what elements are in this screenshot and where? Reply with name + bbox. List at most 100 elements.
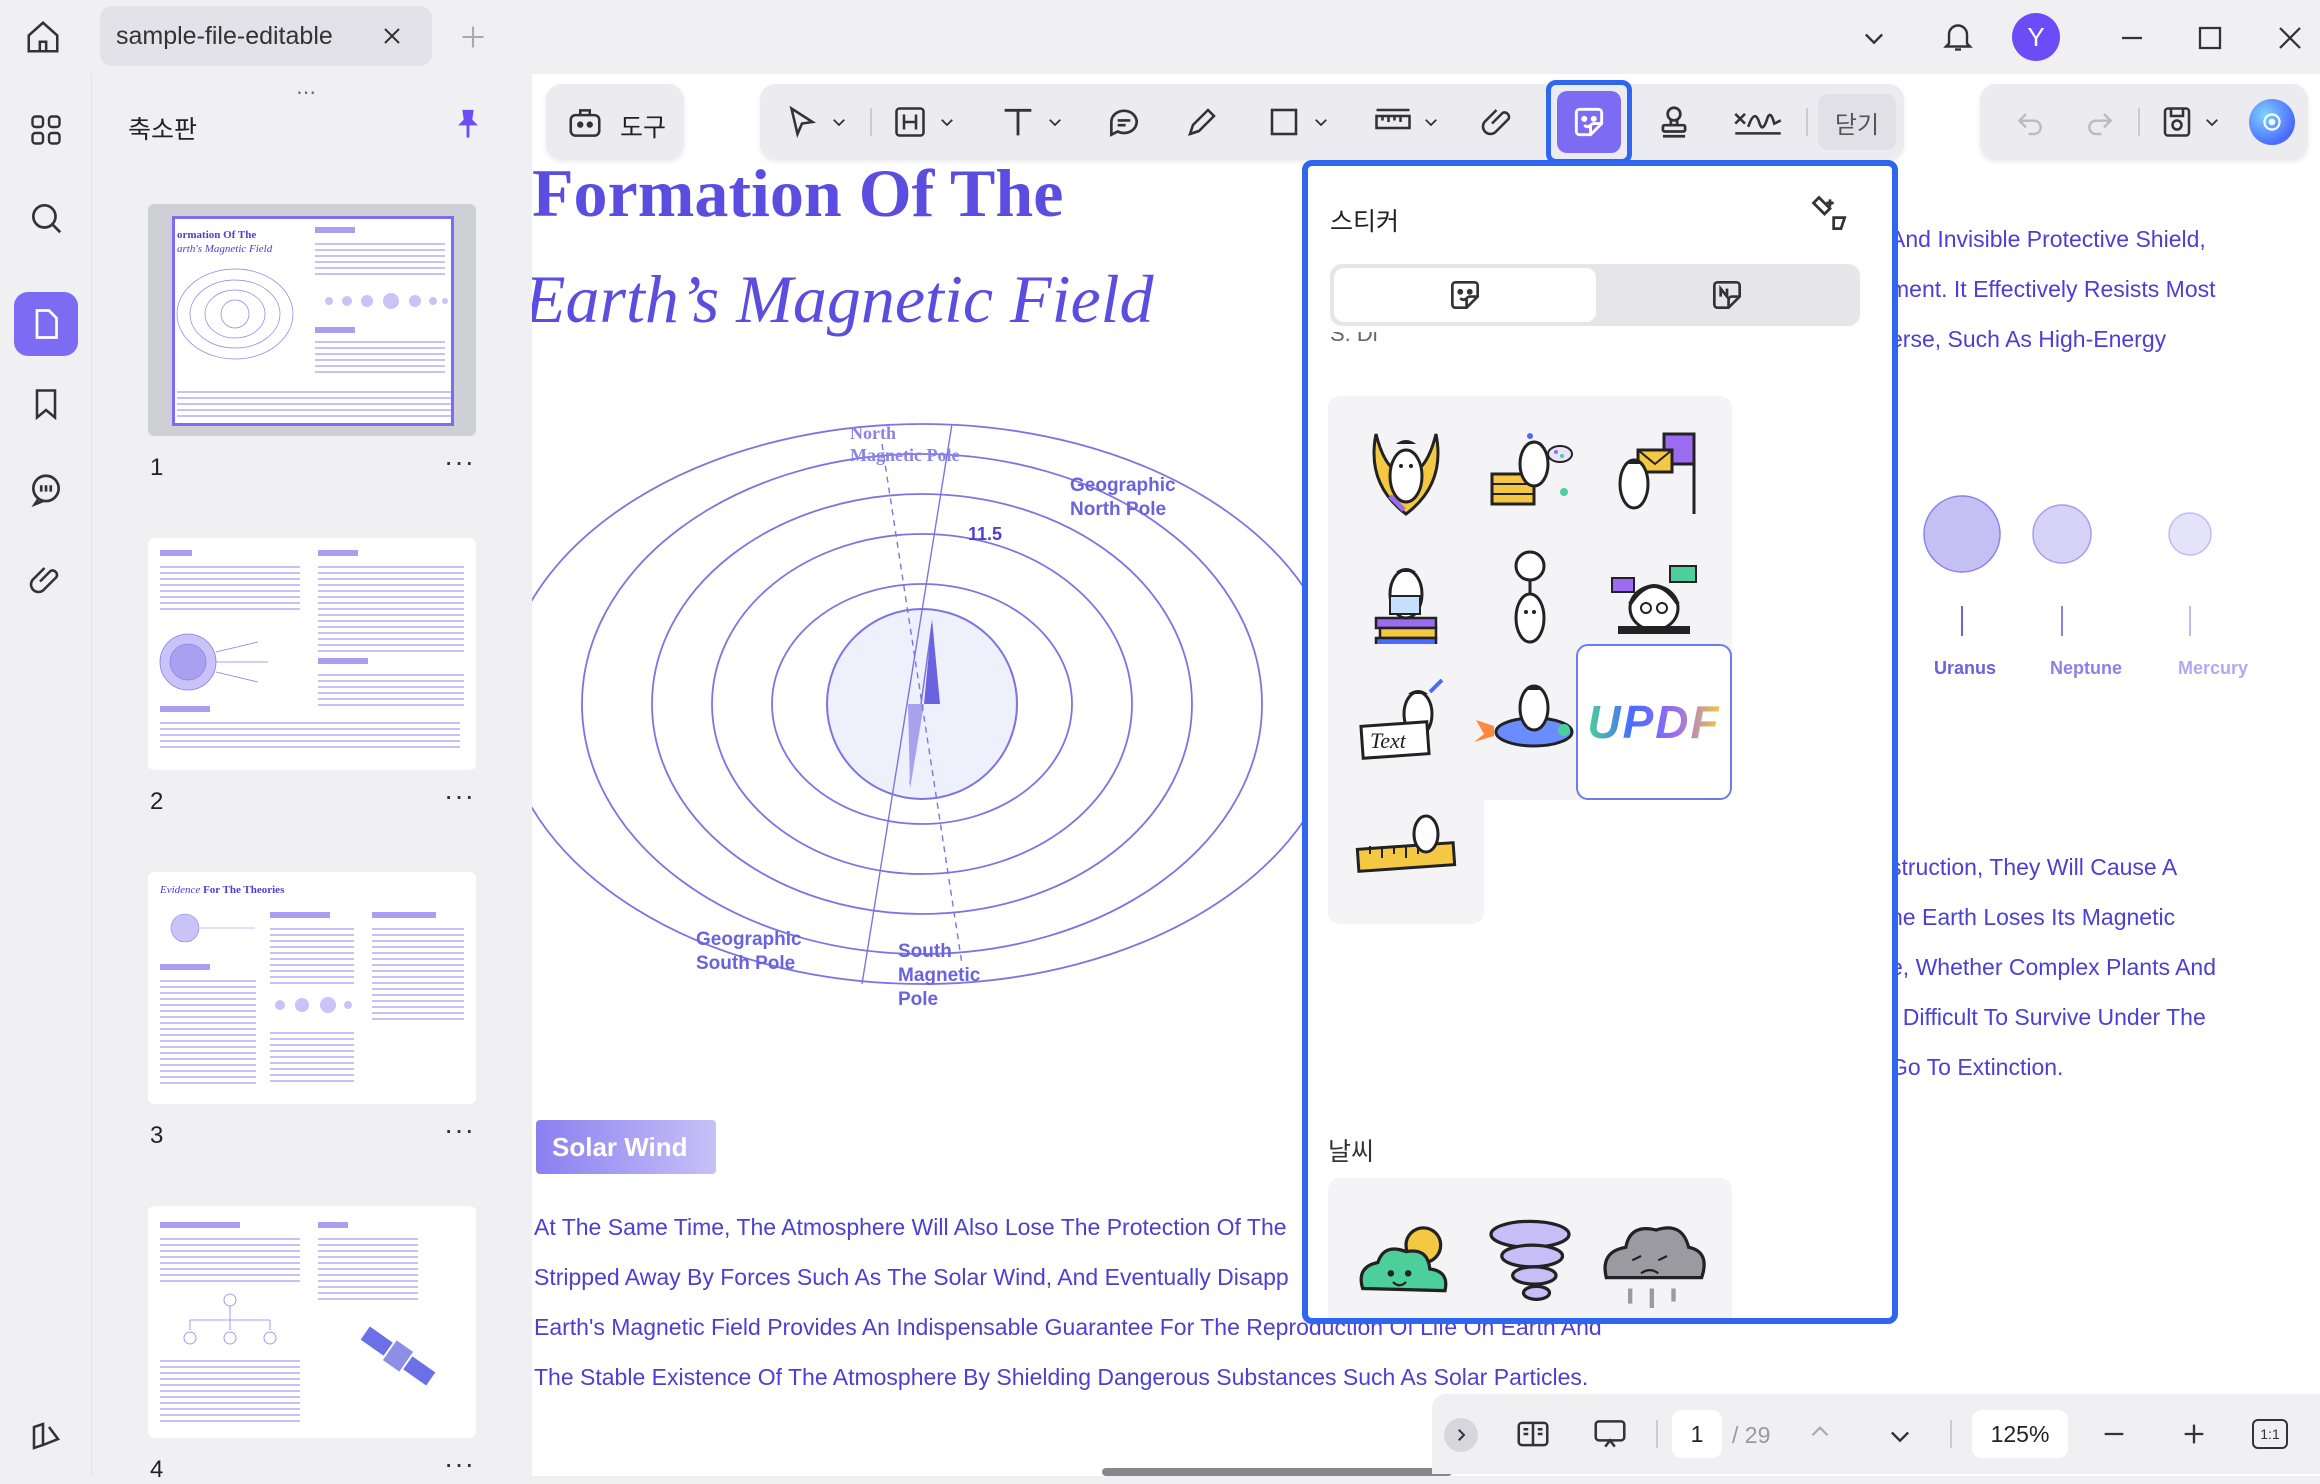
history-save-toolbar bbox=[1980, 84, 2308, 160]
close-window-icon[interactable] bbox=[2270, 18, 2310, 58]
page-thumbnail-3[interactable]: Evidence For The Theories bbox=[148, 872, 476, 1104]
page-more-menu-1[interactable]: ··· bbox=[444, 446, 475, 478]
close-toolbar-button[interactable]: 닫기 bbox=[1818, 94, 1896, 150]
updf-sticker-text: UPDF bbox=[1587, 696, 1721, 748]
maximize-icon[interactable] bbox=[2190, 18, 2230, 58]
label-north-magnetic-pole: North Magnetic Pole bbox=[850, 422, 959, 466]
label-line: Magnetic bbox=[898, 965, 981, 986]
planet-label-neptune: Neptune bbox=[2050, 658, 2122, 678]
weather-section-title: 날씨 bbox=[1328, 1138, 1375, 1166]
chevron-down-icon[interactable] bbox=[938, 113, 956, 131]
tools-label: 도구 bbox=[620, 114, 667, 142]
shape-tool[interactable] bbox=[1254, 84, 1342, 160]
pen-tool[interactable] bbox=[1172, 84, 1232, 160]
next-page-icon[interactable] bbox=[1880, 1416, 1920, 1456]
document-tab[interactable]: sample-file-editable bbox=[100, 6, 432, 66]
page-more-menu-2[interactable]: ··· bbox=[444, 780, 475, 812]
sticker-updf-logo[interactable]: UPDF bbox=[1576, 644, 1732, 800]
thumb-subtitle: arth's Magnetic Field bbox=[177, 243, 273, 255]
sticker-icon bbox=[1557, 91, 1621, 153]
minimize-icon[interactable] bbox=[2112, 18, 2152, 58]
select-tool[interactable] bbox=[776, 84, 856, 160]
measure-tool[interactable] bbox=[1358, 84, 1454, 160]
zoom-in-icon[interactable] bbox=[2174, 1414, 2214, 1454]
tab-emoji-stickers[interactable] bbox=[1334, 268, 1596, 322]
sticker-text-label: Text bbox=[1370, 728, 1407, 753]
body-text-line: he Earth Loses Its Magnetic bbox=[1890, 904, 2176, 930]
bookmark-icon[interactable] bbox=[14, 372, 78, 436]
layers-icon[interactable] bbox=[14, 1404, 78, 1468]
undo-icon[interactable] bbox=[2000, 84, 2060, 160]
ai-assistant-icon[interactable] bbox=[2242, 84, 2302, 160]
presentation-icon[interactable] bbox=[1582, 1412, 1638, 1456]
redo-icon[interactable] bbox=[2070, 84, 2130, 160]
save-icon[interactable] bbox=[2148, 84, 2232, 160]
body-text-line: e, Whether Complex Plants And bbox=[1890, 954, 2216, 980]
thumbnails-icon[interactable] bbox=[14, 292, 78, 356]
title-bar: sample-file-editable Y bbox=[0, 0, 2320, 74]
search-icon[interactable] bbox=[14, 186, 78, 250]
page-more-menu-3[interactable]: ··· bbox=[444, 1114, 475, 1146]
label-line: Geographic bbox=[1070, 475, 1176, 496]
chevron-down-icon[interactable] bbox=[2203, 113, 2221, 131]
tab-note-stickers[interactable] bbox=[1596, 268, 1858, 322]
attach-file-tool[interactable] bbox=[1468, 84, 1528, 160]
actual-size-button[interactable]: 1:1 bbox=[2250, 1414, 2290, 1454]
label-south-magnetic-pole: South Magnetic Pole bbox=[898, 940, 980, 1012]
sticker-note-icon bbox=[1712, 280, 1742, 310]
toolbar-divider bbox=[1656, 1420, 1658, 1448]
apps-grid-icon[interactable] bbox=[14, 98, 78, 162]
page-layout-icon[interactable] bbox=[1508, 1412, 1558, 1456]
toolbox-icon bbox=[566, 104, 604, 142]
planet-label-uranus: Uranus bbox=[1934, 658, 1997, 678]
panel-title: 축소판 bbox=[128, 116, 198, 144]
chevron-down-icon[interactable] bbox=[1312, 113, 1330, 131]
zoom-out-icon[interactable] bbox=[2094, 1414, 2134, 1454]
previous-page-icon[interactable] bbox=[1800, 1412, 1840, 1452]
text-tool[interactable] bbox=[988, 84, 1074, 160]
close-tab-icon[interactable] bbox=[376, 20, 408, 52]
avatar[interactable]: Y bbox=[2012, 13, 2060, 61]
comment-tool[interactable] bbox=[1094, 84, 1154, 160]
document-title-line2: Earth’s Magnetic Field bbox=[532, 261, 1154, 337]
page-thumbnail-2[interactable] bbox=[148, 538, 476, 770]
home-icon[interactable] bbox=[20, 14, 66, 60]
body-text-line: t Difficult To Survive Under The bbox=[1890, 1004, 2206, 1030]
heading-tool[interactable] bbox=[884, 84, 964, 160]
drag-handle[interactable]: ⋯ bbox=[296, 80, 318, 105]
page-thumbnail-1[interactable]: ormation Of The arth's Magnetic Field bbox=[148, 204, 476, 436]
label-line: Pole bbox=[898, 989, 939, 1010]
horizontal-scrollbar[interactable] bbox=[1102, 1468, 1452, 1476]
chevron-down-icon[interactable] bbox=[1422, 113, 1440, 131]
label-geographic-north-pole: Geographic North Pole bbox=[1070, 474, 1176, 522]
sticker-section-label-partial: S. Di bbox=[1330, 332, 1378, 346]
sticker-tool[interactable] bbox=[1546, 80, 1632, 164]
comments-icon[interactable] bbox=[14, 458, 78, 522]
chevron-down-icon[interactable] bbox=[830, 113, 848, 131]
sticker-storm-cloud[interactable] bbox=[1576, 1178, 1732, 1318]
chevron-down-icon[interactable] bbox=[1856, 20, 1892, 56]
tools-button[interactable]: 도구 bbox=[546, 84, 684, 160]
body-text-line: Go To Extinction. bbox=[1890, 1054, 2064, 1080]
add-sticker-icon[interactable] bbox=[1808, 192, 1852, 236]
left-rail bbox=[0, 74, 92, 1476]
notification-bell-icon[interactable] bbox=[1936, 14, 1980, 58]
body-text-line: struction, They Will Cause A bbox=[1890, 854, 2178, 880]
attachment-icon[interactable] bbox=[14, 548, 78, 612]
current-page-input[interactable]: 1 bbox=[1672, 1410, 1722, 1458]
page-thumbnail-4[interactable] bbox=[148, 1206, 476, 1438]
collapse-bar-icon[interactable] bbox=[1444, 1418, 1478, 1452]
page-number-1: 1 bbox=[150, 454, 164, 481]
zoom-level[interactable]: 125% bbox=[1972, 1410, 2068, 1458]
new-tab-icon[interactable] bbox=[456, 20, 490, 54]
angle-label: 11.5 bbox=[968, 524, 1003, 544]
actual-size-label: 1:1 bbox=[2252, 1419, 2288, 1449]
chevron-down-icon[interactable] bbox=[1046, 113, 1064, 131]
stamp-tool[interactable] bbox=[1644, 84, 1704, 160]
sticker-ruler-character[interactable] bbox=[1328, 768, 1484, 924]
signature-tool[interactable] bbox=[1722, 84, 1794, 160]
body-text-line: At The Same Time, The Atmosphere Will Al… bbox=[534, 1214, 1287, 1240]
body-text-line: The Stable Existence Of The Atmosphere B… bbox=[534, 1364, 1589, 1390]
pin-icon[interactable] bbox=[448, 104, 488, 144]
page-more-menu-4[interactable]: ··· bbox=[444, 1448, 475, 1480]
